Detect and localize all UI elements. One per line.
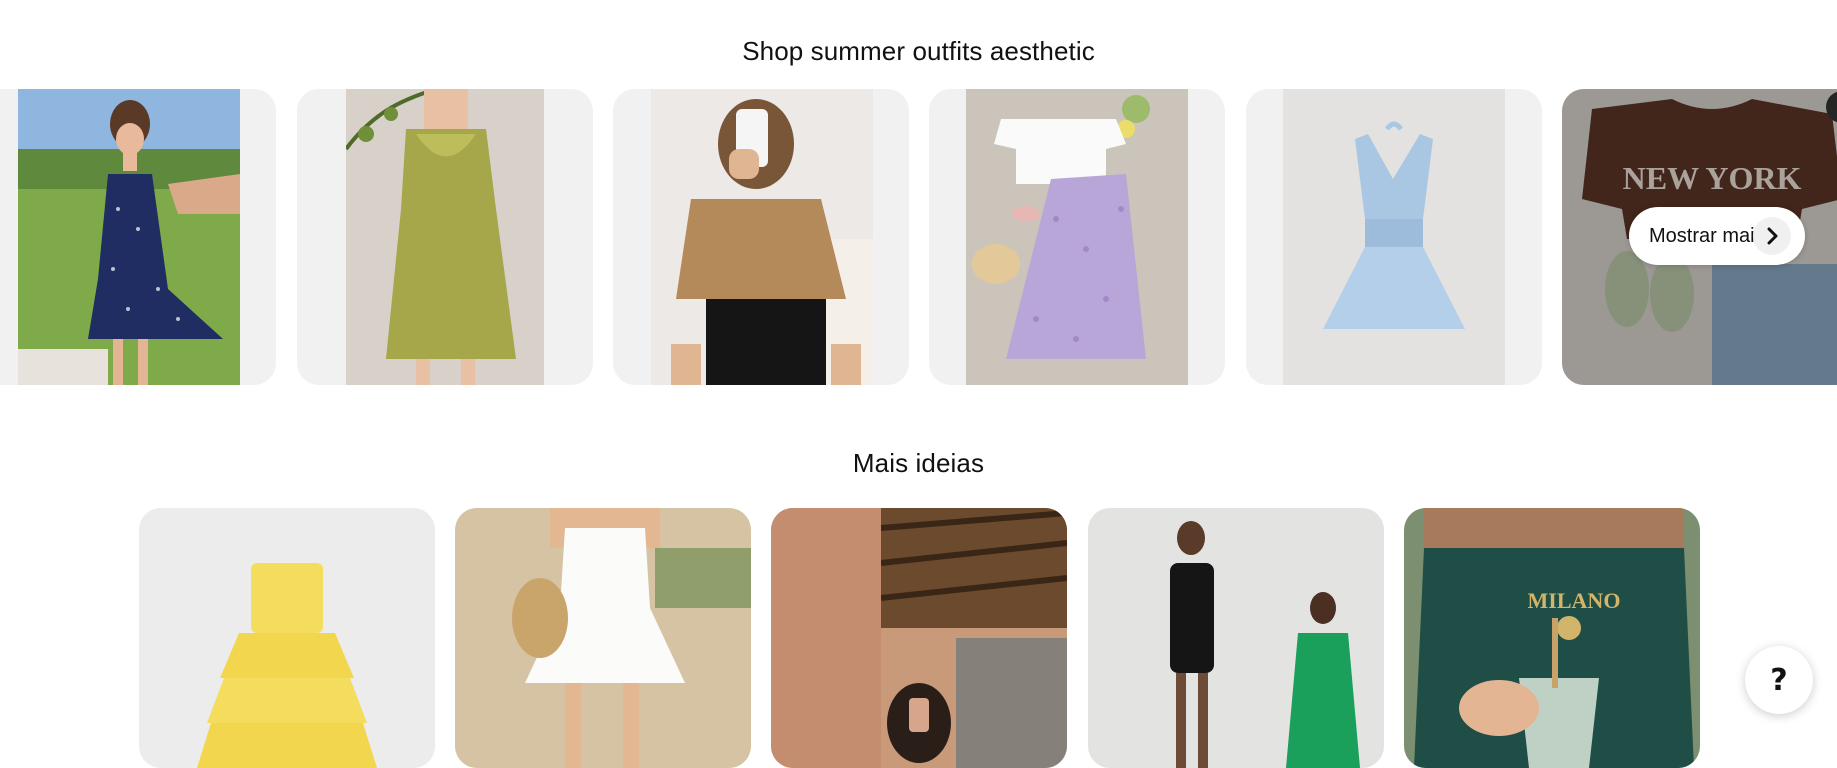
product-card-navy-floral-dress[interactable]	[0, 89, 276, 385]
product-card-blue-halter-dress[interactable]	[1246, 89, 1542, 385]
show-more-label: Mostrar mais	[1649, 224, 1765, 247]
product-image	[18, 89, 240, 385]
pin-card-milano-tee[interactable]: MILANO	[1404, 508, 1700, 768]
pin-card-yellow-ruffle-dress[interactable]	[139, 508, 435, 768]
pin-card-black-green-dresses[interactable]	[1088, 508, 1384, 768]
product-card-tan-shirt[interactable]	[613, 89, 909, 385]
question-mark-icon: ?	[1770, 662, 1788, 698]
pin-image	[455, 508, 751, 768]
pin-image	[771, 508, 1067, 768]
chevron-right-icon	[1753, 217, 1791, 255]
tee-print-text: MILANO	[1528, 588, 1621, 613]
pin-image: MILANO	[1404, 508, 1700, 768]
show-more-button[interactable]: Mostrar mais	[1629, 207, 1805, 265]
product-image	[651, 89, 873, 385]
pin-card-white-beach-dress[interactable]	[455, 508, 751, 768]
pin-image	[139, 508, 435, 768]
section-title-more-ideas: Mais ideias	[852, 448, 985, 478]
pin-image	[1088, 508, 1384, 768]
product-image	[966, 89, 1188, 385]
help-button[interactable]: ?	[1745, 646, 1813, 714]
product-image	[346, 89, 544, 385]
product-card-olive-satin-dress[interactable]	[297, 89, 593, 385]
pin-card-patio-selfie[interactable]	[771, 508, 1067, 768]
product-card-lavender-skirt-set[interactable]	[929, 89, 1225, 385]
section-title-shop: Shop summer outfits aesthetic	[742, 36, 1095, 66]
product-image	[1283, 89, 1505, 385]
